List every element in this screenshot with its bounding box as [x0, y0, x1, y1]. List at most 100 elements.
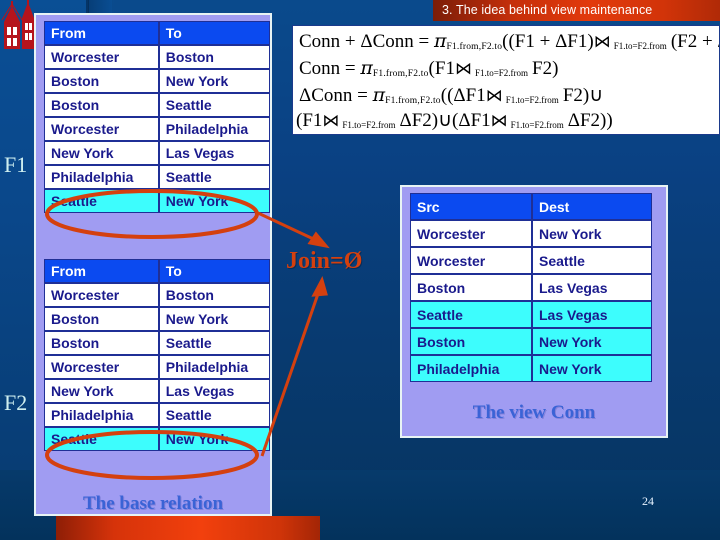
table-cell: New York: [44, 379, 159, 403]
table-cell: Philadelphia: [44, 403, 159, 427]
table-cell: Worcester: [410, 247, 532, 274]
formula-line-4: (F1⋈ F1.to=F2.from ΔF2)∪(ΔF1⋈ F1.to=F2.from…: [296, 110, 613, 134]
table-cell: New York: [44, 141, 159, 165]
table-cell: New York: [532, 220, 652, 247]
table-f1: From To Worcester Boston Boston New York Bos…: [44, 21, 270, 213]
table-cell: New York: [158, 427, 270, 451]
table-cell: Boston: [410, 328, 532, 355]
table-cell: Worcester: [410, 220, 532, 247]
formula-l1-a: Conn + ΔConn =: [299, 31, 434, 52]
formula-l4-c: (ΔF1: [452, 110, 491, 131]
table-row: Philadelphia Seattle: [44, 165, 270, 189]
formula-l4-d: ΔF2)): [567, 110, 613, 131]
column-header-from: From: [44, 259, 159, 283]
table-header-row: From To: [44, 259, 270, 283]
formula-panel: Conn + ΔConn = πF1.from,F2.to((F1 + ΔF1)…: [292, 25, 720, 135]
table-row: Boston Las Vegas: [410, 274, 652, 301]
table-cell: Boston: [410, 274, 532, 301]
bottom-red-bar: [56, 516, 320, 540]
table-cell: Las Vegas: [158, 141, 270, 165]
table-cell: Worcester: [44, 117, 159, 141]
join-result-label: Join=Ø: [286, 248, 363, 274]
formula-l1-b: ((F1 + ΔF1): [502, 31, 594, 52]
table-cell: Seattle: [44, 427, 159, 451]
table-row: Boston New York: [44, 307, 270, 331]
formula-l2-c: F2): [532, 58, 559, 79]
base-relation-caption: The base relation: [82, 493, 224, 514]
table-row: Worcester New York: [410, 220, 652, 247]
table-cell: Boston: [44, 93, 159, 117]
join-symbol-icon: ⋈: [322, 111, 339, 130]
join-symbol-icon: ⋈: [485, 86, 503, 105]
table-cell: Seattle: [410, 301, 532, 328]
table-row: Seattle New York: [44, 427, 270, 451]
table-header-row: Src Dest: [410, 193, 652, 220]
formula-l1-sub2: F1.to=F2.from: [613, 41, 667, 51]
join-symbol-icon: ⋈: [454, 59, 472, 78]
formula-l3-b: ((ΔF1: [440, 85, 486, 106]
table-conn: Src Dest Worcester New York Worcester Seatt…: [410, 193, 652, 382]
table-cell: Las Vegas: [532, 274, 652, 301]
formula-line-3: ΔConn = πF1.from,F2.to((ΔF1⋈ F1.to=F2.fro…: [299, 86, 603, 111]
table-cell: Worcester: [44, 355, 159, 379]
table-row: Seattle Las Vegas: [410, 301, 652, 328]
table-cell: Philadelphia: [410, 355, 532, 382]
table-cell: Boston: [44, 307, 159, 331]
formula-l3-sub1: F1.from,F2.to: [385, 96, 441, 106]
table-cell: Seattle: [158, 403, 270, 427]
formula-l2-b: (F1: [428, 58, 455, 79]
page-number: 24: [642, 494, 654, 508]
formula-l1-pi: π: [434, 30, 447, 52]
column-header-to: To: [158, 21, 270, 45]
table-cell: Boston: [44, 69, 159, 93]
table-cell: Philadelphia: [158, 117, 270, 141]
formula-l4-sub2: F1.to=F2.from: [342, 120, 396, 130]
formula-l1-c: (F2 + ΔF2)): [670, 31, 719, 52]
slide-title: 3. The idea behind view maintenance: [433, 0, 720, 21]
table-cell: Seattle: [44, 189, 159, 213]
formula-l2-pi: π: [360, 57, 373, 79]
table-cell: Seattle: [532, 247, 652, 274]
table-cell: Seattle: [158, 165, 270, 189]
column-header-from: From: [44, 21, 159, 45]
table-f2: From To Worcester Boston Boston New York Bos…: [44, 259, 270, 451]
view-conn-caption: The view Conn: [472, 402, 596, 423]
formula-l2-sub1: F1.from,F2.to: [372, 69, 429, 79]
table-row: Boston Seattle: [44, 331, 270, 355]
relation-label-f2: F2: [4, 390, 28, 415]
formula-l3-c: F2)∪: [562, 85, 604, 106]
table-cell: New York: [158, 307, 270, 331]
table-cell: Worcester: [44, 283, 159, 307]
table-row: New York Las Vegas: [44, 141, 270, 165]
table-row: Philadelphia New York: [410, 355, 652, 382]
table-header-row: From To: [44, 21, 270, 45]
table-row: New York Las Vegas: [44, 379, 270, 403]
table-cell: Seattle: [158, 93, 270, 117]
table-cell: New York: [158, 69, 270, 93]
join-symbol-icon: ⋈: [490, 111, 508, 130]
column-header-dest: Dest: [532, 193, 652, 220]
table-row: Boston New York: [44, 69, 270, 93]
table-cell: Las Vegas: [158, 379, 270, 403]
relation-label-f1: F1: [4, 152, 28, 177]
formula-l2-a: Conn =: [299, 58, 361, 79]
formula-l4-a: (F1: [296, 110, 323, 131]
formula-l2-sub2: F1.to=F2.from: [474, 68, 529, 78]
join-symbol-icon: ⋈: [593, 32, 611, 51]
table-row: Boston Seattle: [44, 93, 270, 117]
formula-line-2: Conn = πF1.from,F2.to(F1⋈ F1.to=F2.from F2…: [299, 59, 558, 84]
formula-l3-pi: π: [372, 84, 386, 106]
table-row: Worcester Boston: [44, 45, 270, 69]
table-cell: Boston: [44, 331, 159, 355]
table-cell: New York: [158, 189, 270, 213]
formula-l1-sub1: F1.from,F2.to: [446, 42, 503, 52]
table-row: Worcester Philadelphia: [44, 355, 270, 379]
table-row: Worcester Boston: [44, 283, 270, 307]
formula-l4-sub3: F1.to=F2.from: [510, 120, 564, 130]
table-cell: Philadelphia: [158, 355, 270, 379]
table-row: Boston New York: [410, 328, 652, 355]
formula-line-1: Conn + ΔConn = πF1.from,F2.to((F1 + ΔF1)…: [299, 30, 719, 57]
base-relation-panel: From To Worcester Boston Boston New York Bos…: [34, 13, 272, 516]
formula-l3-a: ΔConn =: [299, 85, 373, 106]
formula-l4-b: ΔF2)∪: [399, 110, 453, 131]
